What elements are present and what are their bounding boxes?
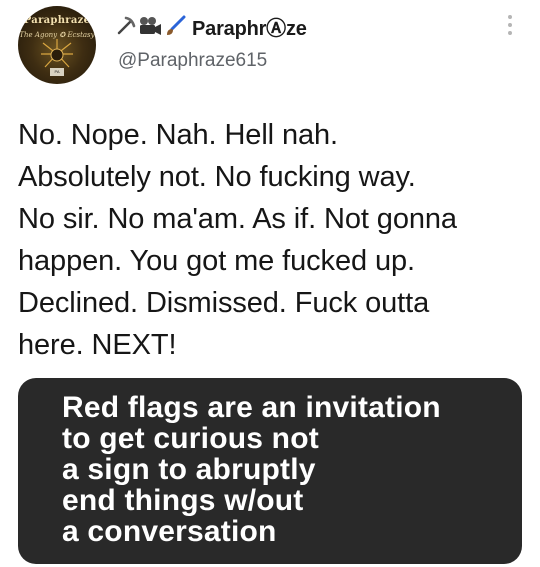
image-text-line: a conversation: [62, 515, 277, 548]
user-handle[interactable]: @Paraphraze615: [118, 50, 267, 72]
tweet-header: Paraphraze The Agony ✪ Ecstasy PA Paraph…: [0, 0, 540, 95]
tweet-text-line: here. NEXT!: [18, 329, 177, 361]
avatar-logo-subtext: The Agony ✪ Ecstasy: [19, 31, 95, 39]
name-row: ParaphrⒶze: [116, 12, 307, 40]
tweet-text-line: No. Nope. Nah. Hell nah.: [18, 119, 338, 151]
display-name[interactable]: ParaphrⒶze: [192, 12, 307, 41]
attached-image[interactable]: Red flags are an invitation to get curio…: [18, 378, 522, 564]
image-text-line: a sign to abruptly: [62, 453, 316, 486]
image-text-line: to get curious not: [62, 422, 319, 455]
tweet-text-line: Absolutely not. No fucking way.: [18, 161, 416, 193]
sunburst-icon: [41, 39, 73, 68]
more-options-icon[interactable]: [507, 14, 513, 36]
movie-camera-icon: [140, 17, 161, 35]
parental-advisory-icon: PA: [50, 68, 64, 76]
avatar-logo-text: Paraphraze: [23, 15, 91, 26]
pick-icon: [117, 16, 136, 35]
emoji-icons: [116, 15, 186, 37]
image-text-line: end things w/out: [62, 484, 304, 517]
image-text-line: Red flags are an invitation: [62, 391, 441, 424]
avatar[interactable]: Paraphraze The Agony ✪ Ecstasy PA: [18, 6, 96, 84]
tweet-text-line: happen. You got me fucked up.: [18, 245, 415, 277]
image-caption: Red flags are an invitation to get curio…: [62, 392, 441, 547]
tweet-text-line: No sir. No ma'am. As if. Not gonna: [18, 203, 457, 235]
tweet-text: No. Nope. Nah. Hell nah. Absolutely not.…: [18, 114, 524, 366]
paintbrush-icon: [167, 15, 186, 35]
tweet-text-line: Declined. Dismissed. Fuck outta: [18, 287, 430, 319]
